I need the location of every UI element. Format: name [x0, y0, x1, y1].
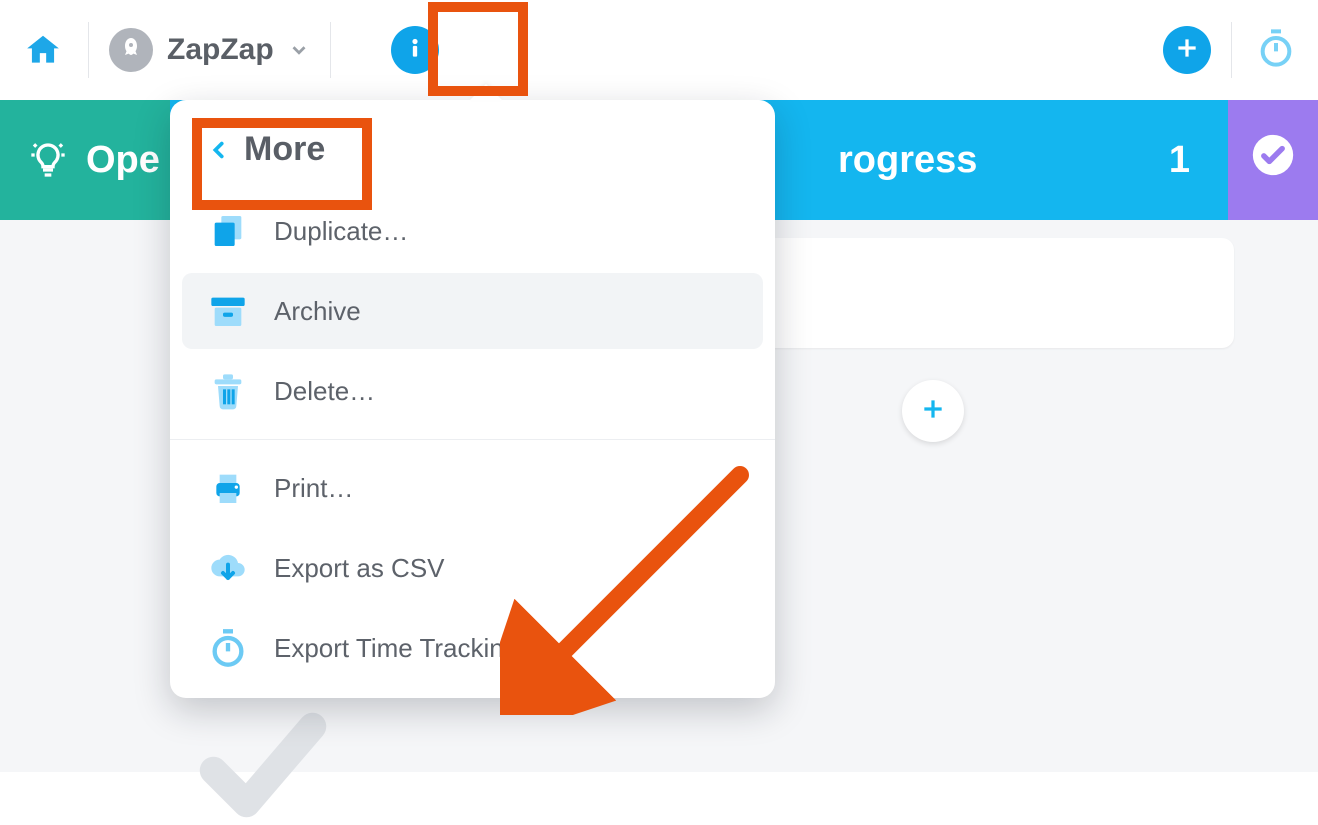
divider	[88, 22, 89, 78]
stopwatch-icon	[1256, 28, 1296, 73]
topbar: ZapZap	[0, 0, 1318, 100]
add-card-button[interactable]	[902, 380, 964, 442]
check-circle-icon	[1251, 133, 1295, 187]
trash-icon	[206, 371, 250, 411]
plus-icon	[920, 392, 946, 431]
project-avatar	[109, 28, 153, 72]
column-open[interactable]: Ope	[0, 100, 170, 220]
menu-item-export-csv[interactable]: Export as CSV	[182, 530, 763, 606]
menu-item-label: Export as CSV	[274, 553, 445, 584]
more-menu-popover: More Duplicate… Archive Delete… Print… E…	[170, 100, 775, 698]
menu-item-print[interactable]: Print…	[182, 450, 763, 526]
printer-icon	[206, 468, 250, 508]
plus-icon	[1174, 35, 1200, 66]
archive-icon	[206, 291, 250, 331]
menu-item-label: Duplicate…	[274, 216, 408, 247]
cloud-download-icon	[206, 548, 250, 588]
add-button[interactable]	[1163, 26, 1211, 74]
column-in-progress-count: 1	[1169, 139, 1200, 182]
column-done[interactable]	[1228, 100, 1318, 220]
menu-item-export-time-tracking[interactable]: Export Time Tracking	[182, 610, 763, 686]
info-icon	[402, 35, 428, 66]
menu-separator	[170, 439, 775, 440]
menu-item-archive[interactable]: Archive	[182, 273, 763, 349]
menu-item-label: Export Time Tracking	[274, 633, 518, 664]
more-menu-header[interactable]: More	[178, 108, 767, 189]
stopwatch-icon	[206, 628, 250, 668]
rocket-icon	[119, 36, 143, 65]
menu-item-duplicate[interactable]: Duplicate…	[182, 193, 763, 269]
menu-item-label: Delete…	[274, 376, 375, 407]
info-button[interactable]	[391, 26, 439, 74]
home-button[interactable]	[18, 25, 68, 75]
divider	[330, 22, 331, 78]
timer-button[interactable]	[1252, 26, 1300, 74]
project-selector[interactable]: ZapZap	[109, 28, 310, 72]
chevron-down-icon	[288, 39, 310, 61]
duplicate-icon	[206, 211, 250, 251]
chevron-left-icon	[208, 135, 230, 165]
checkmark-watermark-icon	[188, 710, 338, 825]
column-open-label: Ope	[86, 139, 160, 182]
home-icon	[24, 31, 62, 69]
divider	[1231, 22, 1232, 78]
project-name: ZapZap	[167, 33, 274, 67]
lightbulb-icon	[28, 140, 68, 180]
menu-item-label: Archive	[274, 296, 361, 327]
more-menu-title: More	[244, 130, 325, 169]
menu-item-label: Print…	[274, 473, 353, 504]
menu-item-delete[interactable]: Delete…	[182, 353, 763, 429]
